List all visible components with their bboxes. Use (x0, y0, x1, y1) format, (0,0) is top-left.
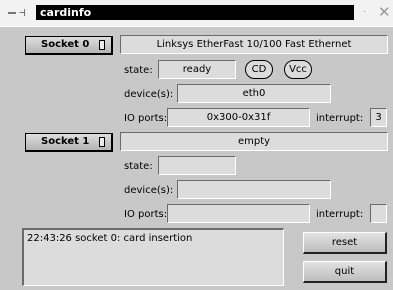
title-bar[interactable]: ⊣ cardinfo · ✕ (0, 0, 393, 26)
socket-indicator-icon (99, 40, 105, 50)
socket-0-button-label: Socket 0 (41, 39, 90, 50)
socket-1-card-name: empty (120, 132, 388, 151)
socket-1-state-value (158, 156, 236, 175)
socket-0-io-value: 0x300-0x31f (167, 108, 310, 127)
socket-0-interrupt-value: 3 (370, 108, 387, 127)
socket-1-interrupt-value (370, 204, 387, 223)
quit-button[interactable]: quit (303, 261, 387, 283)
socket-0-interrupt-label: interrupt: (316, 113, 364, 124)
socket-1-devices-label: device(s): (124, 185, 174, 196)
socket-0-devices-label: device(s): (124, 89, 174, 100)
socket-0-card-name: Linksys EtherFast 10/100 Fast Ethernet (120, 35, 388, 54)
socket-1-devices-value (177, 180, 331, 199)
reset-button[interactable]: reset (303, 232, 387, 254)
socket-0-devices-value: eth0 (177, 84, 331, 103)
window-menu-icon[interactable] (8, 12, 16, 14)
window-title: cardinfo (36, 5, 354, 20)
socket-1-button-label: Socket 1 (41, 136, 90, 147)
socket-0-io-label: IO ports: (124, 113, 168, 124)
socket-1-io-value (167, 204, 310, 223)
socket-indicator-icon (99, 137, 105, 147)
socket-0-button[interactable]: Socket 0 (25, 36, 113, 55)
socket-1-state-label: state: (124, 161, 153, 172)
socket-0-state-label: state: (124, 65, 153, 76)
socket-1-interrupt-label: interrupt: (316, 209, 364, 220)
socket-1-button[interactable]: Socket 1 (25, 133, 113, 152)
socket-0-vcc-indicator: Vcc (284, 60, 312, 79)
socket-1-io-label: IO ports: (124, 209, 168, 220)
minimize-icon[interactable]: · (363, 6, 373, 20)
close-icon[interactable]: ✕ (378, 3, 392, 21)
log-entry: 22:43:26 socket 0: card insertion (27, 233, 193, 244)
pin-icon[interactable]: ⊣ (19, 6, 33, 20)
socket-0-state-value: ready (158, 60, 236, 79)
event-log[interactable]: 22:43:26 socket 0: card insertion (22, 228, 284, 286)
socket-0-cd-indicator: CD (245, 60, 273, 79)
